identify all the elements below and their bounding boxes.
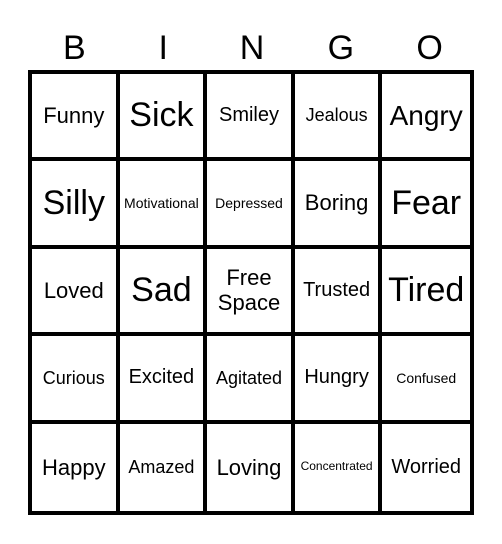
bingo-cell[interactable]: Hungry (294, 336, 383, 424)
bingo-cell-label: Excited (128, 366, 195, 389)
bingo-cell[interactable]: Trusted (294, 248, 383, 337)
bingo-cell[interactable]: Loved (32, 248, 120, 337)
bingo-cell[interactable]: Jealous (294, 74, 383, 162)
bingo-cell[interactable]: Free Space (207, 248, 295, 337)
header-letter-n: N (239, 29, 265, 67)
header-letter-b: B (63, 29, 86, 67)
bingo-cell-label: Happy (42, 454, 106, 480)
bingo-cell[interactable]: Sad (119, 248, 208, 337)
bingo-cell[interactable]: Angry (382, 74, 470, 162)
bingo-cell-label: Smiley (218, 104, 279, 127)
header-letter-g: G (327, 29, 355, 67)
bingo-cell[interactable]: Smiley (207, 74, 295, 162)
bingo-cell-label: Sick (129, 96, 194, 135)
bingo-cell-label: Free Space (217, 265, 281, 316)
bingo-cell-label: Jealous (305, 105, 368, 126)
bingo-cell-label: Loving (216, 454, 282, 480)
bingo-cell-label: Silly (42, 183, 105, 222)
bingo-cell-label: Worried (391, 455, 462, 478)
bingo-cell[interactable]: Motivational (119, 161, 208, 249)
bingo-cell[interactable]: Agitated (207, 336, 295, 424)
bingo-cell[interactable]: Silly (32, 161, 120, 249)
bingo-cell[interactable]: Worried (382, 424, 470, 511)
bingo-cell-label: Amazed (128, 456, 195, 477)
bingo-cell-label: Angry (389, 99, 463, 131)
bingo-cell[interactable]: Boring (294, 161, 383, 249)
bingo-cell-label: Curious (42, 367, 105, 388)
bingo-cell[interactable]: Confused (382, 336, 470, 424)
header-letter-i: I (158, 29, 168, 67)
bingo-cell-label: Agitated (215, 367, 283, 388)
bingo-cell-label: Fear (391, 183, 462, 222)
bingo-card-grid: Funny Sick Smiley Jealous Angry Silly Motivati… (28, 70, 474, 515)
bingo-cell-label: Loved (43, 277, 104, 303)
bingo-cell[interactable]: Curious (32, 336, 120, 424)
bingo-cell-label: Concentrated (300, 459, 373, 474)
bingo-cell-label: Boring (304, 190, 369, 216)
bingo-cell[interactable]: Loving (207, 423, 295, 511)
bingo-cell-label: Trusted (303, 278, 371, 301)
bingo-cell-label: Sad (131, 270, 192, 309)
bingo-cell[interactable]: Concentrated (295, 423, 383, 511)
bingo-cell[interactable]: Funny (32, 74, 120, 162)
bingo-cell-label: Tired (388, 270, 465, 309)
bingo-cell-label: Hungry (304, 366, 369, 389)
bingo-cell[interactable]: Depressed (207, 161, 295, 249)
bingo-header: B I N G O (30, 26, 474, 70)
bingo-cell-label: Funny (43, 103, 105, 129)
bingo-cell-label: Motivational (124, 195, 199, 212)
bingo-cell-label: Depressed (215, 195, 283, 212)
bingo-cell[interactable]: Amazed (120, 423, 208, 511)
bingo-cell[interactable]: Sick (119, 74, 208, 162)
bingo-cell[interactable]: Tired (382, 249, 470, 337)
bingo-cell[interactable]: Fear (382, 161, 470, 249)
header-letter-o: O (416, 29, 443, 67)
bingo-cell[interactable]: Happy (32, 423, 120, 511)
bingo-cell[interactable]: Excited (119, 336, 208, 424)
bingo-cell-label: Confused (396, 369, 457, 386)
